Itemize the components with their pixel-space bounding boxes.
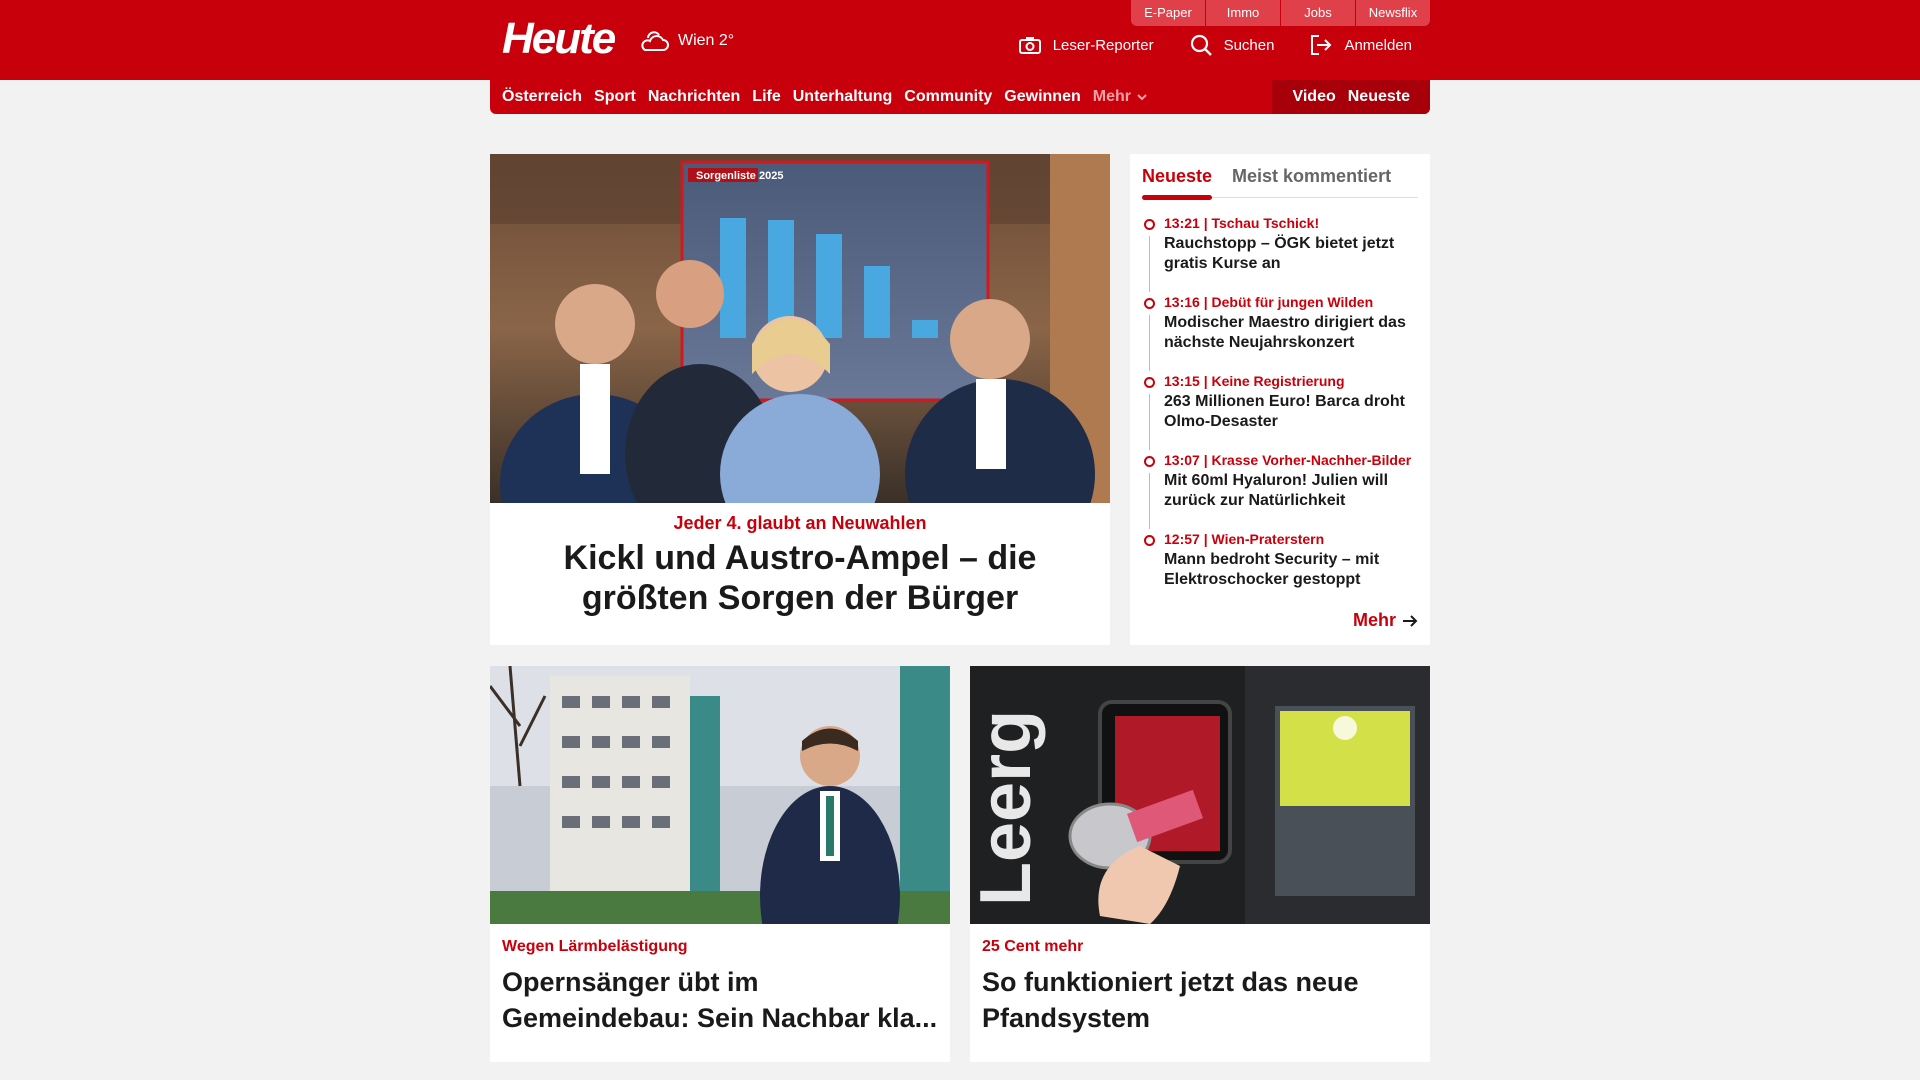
timeline-line (1149, 394, 1150, 450)
site-logo[interactable]: Heute (502, 14, 616, 64)
leser-reporter-button[interactable]: Leser-Reporter (1018, 36, 1154, 54)
timeline-dot-icon (1144, 535, 1155, 546)
list-item[interactable]: 13:16 | Debüt für jungen Wilden Modische… (1142, 293, 1418, 372)
sidebar-tabs: Neueste Meist kommentiert (1142, 154, 1418, 200)
article-card-pfandsystem[interactable]: Leerg 25 Cent mehr So funktioniert jetzt… (970, 666, 1430, 1062)
list-item[interactable]: 13:21 | Tschau Tschick! Rauchstopp – ÖGK… (1142, 214, 1418, 293)
timeline-line (1149, 473, 1150, 529)
news-title[interactable]: Rauchstopp – ÖGK bietet jetzt gratis Kur… (1164, 234, 1418, 274)
leser-reporter-label: Leser-Reporter (1052, 36, 1154, 54)
news-meta: 12:57 | Wien-Praterstern (1164, 531, 1325, 547)
hero-kicker: Jeder 4. glaubt an Neuwahlen (673, 513, 927, 533)
site-header: E-Paper Immo Jobs Newsflix Heute Wien 2°… (0, 0, 1920, 80)
news-title[interactable]: Modischer Maestro dirigiert das nächste … (1164, 313, 1418, 353)
news-title[interactable]: 263 Millionen Euro! Barca droht Olmo-Des… (1164, 392, 1418, 432)
login-label: Anmelden (1344, 36, 1412, 54)
main-nav: Österreich Sport Nachrichten Life Unterh… (490, 80, 1430, 114)
list-item[interactable]: 13:15 | Keine Registrierung 263 Millione… (1142, 372, 1418, 451)
timeline-line (1149, 315, 1150, 371)
card-image: Leerg (970, 666, 1430, 924)
hero-image: Sorgenliste 2025 (490, 154, 1110, 503)
news-list: 13:21 | Tschau Tschick! Rauchstopp – ÖGK… (1142, 214, 1418, 609)
news-meta: 13:07 | Krasse Vorher-Nachher-Bilder (1164, 452, 1412, 468)
news-title[interactable]: Mit 60ml Hyaluron! Julien will zurück zu… (1164, 471, 1418, 511)
more-news-label: Mehr (1352, 610, 1396, 630)
card-photo-illustration: Leerg (970, 666, 1430, 924)
search-button[interactable]: Suchen (1190, 34, 1275, 56)
card-image (490, 666, 950, 924)
top-links: E-Paper Immo Jobs Newsflix (1131, 0, 1430, 26)
card-title[interactable]: So funktioniert jetzt das neue Pfandsyst… (982, 964, 1418, 1036)
nav-right: Video Neueste (1272, 80, 1430, 114)
camera-icon (1018, 37, 1041, 54)
login-icon (1311, 35, 1332, 55)
nav-item-neueste[interactable]: Neueste (1348, 88, 1410, 106)
search-label: Suchen (1223, 36, 1275, 54)
card-kicker: Wegen Lärmbelästigung (502, 938, 688, 955)
nav-item-oesterreich[interactable]: Österreich (502, 88, 582, 106)
arrow-right-icon (1403, 614, 1418, 627)
more-news-link[interactable]: Mehr (1353, 610, 1418, 631)
weather-widget[interactable]: Wien 2° (638, 28, 734, 54)
hero-title[interactable]: Kickl und Austro-Ampel – die größten Sor… (490, 538, 1110, 618)
latest-news-sidebar: Neueste Meist kommentiert 13:21 | Tschau… (1130, 154, 1430, 645)
nav-item-video[interactable]: Video (1292, 88, 1335, 106)
news-meta: 13:21 | Tschau Tschick! (1164, 215, 1320, 231)
toplink-epaper[interactable]: E-Paper (1131, 0, 1205, 26)
tab-meist-kommentiert[interactable]: Meist kommentiert (1232, 166, 1391, 197)
news-meta: 13:16 | Debüt für jungen Wilden (1164, 294, 1374, 310)
chevron-down-icon (1137, 94, 1147, 101)
timeline-dot-icon (1144, 298, 1155, 309)
nav-item-gewinnen[interactable]: Gewinnen (1004, 88, 1080, 106)
timeline-dot-icon (1144, 456, 1155, 467)
news-title[interactable]: Mann bedroht Security – mit Elektroschoc… (1164, 550, 1418, 590)
card-photo-illustration (490, 666, 950, 924)
nav-mehr-label: Mehr (1092, 88, 1131, 105)
nav-item-life[interactable]: Life (752, 88, 780, 106)
weather-text: Wien 2° (678, 32, 735, 49)
timeline-line (1149, 236, 1150, 292)
tab-neueste[interactable]: Neueste (1142, 166, 1213, 200)
hero-photo-illustration: Sorgenliste 2025 (490, 154, 1110, 503)
toplink-newsflix[interactable]: Newsflix (1356, 0, 1430, 26)
nav-items: Österreich Sport Nachrichten Life Unterh… (490, 80, 1161, 114)
list-item[interactable]: 13:07 | Krasse Vorher-Nachher-Bilder Mit… (1142, 451, 1418, 530)
toplink-jobs[interactable]: Jobs (1281, 0, 1355, 26)
news-meta: 13:15 | Keine Registrierung (1164, 373, 1345, 389)
card-title[interactable]: Opernsänger übt im Gemeindebau: Sein Nac… (502, 964, 938, 1036)
nav-item-mehr[interactable]: Mehr (1093, 88, 1149, 106)
nav-item-unterhaltung[interactable]: Unterhaltung (793, 88, 893, 106)
nav-item-community[interactable]: Community (904, 88, 992, 106)
card-image-text: Leerg (970, 710, 1046, 906)
cloud-sun-icon (641, 31, 669, 51)
timeline-dot-icon (1144, 219, 1155, 230)
nav-item-nachrichten[interactable]: Nachrichten (648, 88, 740, 106)
hero-article[interactable]: Sorgenliste 2025 Jeder 4. glaubt an Neuw… (490, 154, 1110, 645)
search-icon (1190, 34, 1212, 56)
card-kicker: 25 Cent mehr (982, 938, 1084, 955)
article-card-opernsaenger[interactable]: Wegen Lärmbelästigung Opernsänger übt im… (490, 666, 950, 1062)
hero-overlay-title: Sorgenliste 2025 (696, 170, 783, 182)
header-actions: Leser-Reporter Suchen Anmelden (983, 34, 1412, 56)
timeline-dot-icon (1144, 377, 1155, 388)
header-inner: E-Paper Immo Jobs Newsflix Heute Wien 2°… (490, 0, 1430, 80)
nav-item-sport[interactable]: Sport (594, 88, 636, 106)
toplink-immo[interactable]: Immo (1206, 0, 1280, 26)
list-item[interactable]: 12:57 | Wien-Praterstern Mann bedroht Se… (1142, 530, 1418, 609)
login-button[interactable]: Anmelden (1310, 35, 1412, 55)
